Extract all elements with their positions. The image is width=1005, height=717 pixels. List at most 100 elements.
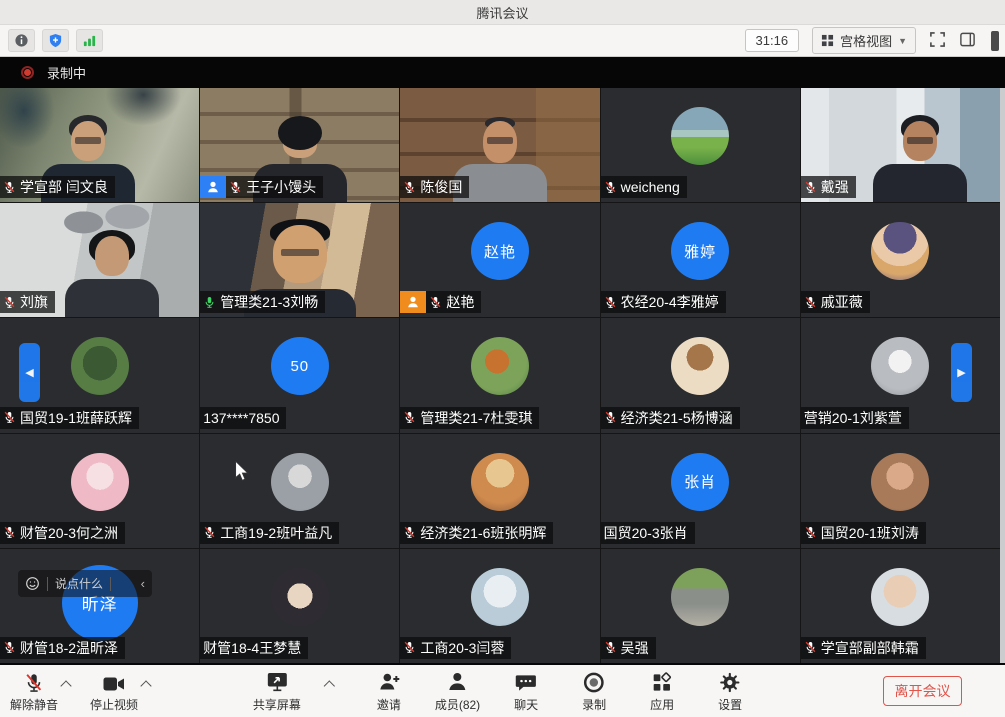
share-screen-button[interactable]: 共享屏幕 <box>253 670 301 713</box>
record-label: 录制 <box>582 696 606 713</box>
participant-tile[interactable]: 戴强 <box>801 88 1000 202</box>
participant-tile[interactable]: 经济类21-6班张明辉 <box>400 434 599 548</box>
footer-center-group: 共享屏幕 邀请 成员(82) 聊天 录制 应用 <box>253 670 752 713</box>
view-mode-button[interactable]: 宫格视图 ▼ <box>812 27 916 54</box>
mic-options-chevron[interactable] <box>60 680 71 691</box>
arrow-right-icon: ▶ <box>957 366 965 379</box>
mic-status-icon <box>804 641 817 654</box>
stop-video-button[interactable]: 停止视频 <box>90 670 138 713</box>
participant-tile[interactable]: weicheng <box>601 88 800 202</box>
person-silhouette <box>855 110 985 202</box>
invite-button[interactable]: 邀请 <box>367 670 411 713</box>
prev-page-button[interactable]: ◀ <box>19 343 40 402</box>
host-badge <box>200 176 226 198</box>
mic-status-icon <box>3 526 16 539</box>
members-button[interactable]: 成员(82) <box>435 670 480 713</box>
reaction-quick-bar[interactable]: 说点什么 ‹ <box>18 570 152 597</box>
participant-tile[interactable]: 吴强 <box>601 549 800 663</box>
participant-tile[interactable]: 戚亚薇 <box>801 203 1000 317</box>
apps-button[interactable]: 应用 <box>640 670 684 713</box>
participant-tile[interactable]: 学宣部 闫文良 <box>0 88 199 202</box>
unmute-button[interactable]: 解除静音 <box>10 670 58 713</box>
share-screen-label: 共享屏幕 <box>253 696 301 713</box>
participant-tile[interactable]: 财管20-3何之洲 <box>0 434 199 548</box>
participant-nameplate: 戴强 <box>801 176 856 198</box>
participant-name: 戴强 <box>821 177 849 197</box>
participant-name: 赵艳 <box>446 292 474 312</box>
window-titlebar: 腾讯会议 <box>0 0 1005 25</box>
mic-status-icon <box>604 411 617 424</box>
video-options-chevron[interactable] <box>140 680 151 691</box>
mic-status-icon <box>429 296 442 309</box>
settings-button[interactable]: 设置 <box>708 670 752 713</box>
statusbar-right: 31:16 宫格视图 ▼ <box>745 25 999 56</box>
participant-tile[interactable]: 张肖 国贸20-3张肖 <box>601 434 800 548</box>
settings-gear-icon <box>719 671 742 694</box>
participant-nameplate: 农经20-4李雅婷 <box>601 291 726 313</box>
participant-name: 刘旗 <box>20 292 48 312</box>
participant-nameplate: 137****7850 <box>200 407 286 429</box>
participant-nameplate: 学宣部副部韩霜 <box>801 637 926 659</box>
participant-nameplate: 营销20-1刘紫萱 <box>801 407 909 429</box>
participant-name: 经济类21-5杨博涵 <box>621 408 733 428</box>
overflow-button[interactable] <box>991 31 999 51</box>
network-status-button[interactable] <box>76 29 103 52</box>
mic-status-icon <box>804 296 817 309</box>
mic-status-icon <box>403 181 416 194</box>
avatar <box>871 568 929 626</box>
scrollbar[interactable] <box>1000 88 1005 663</box>
participant-name: 国贸19-1班薛跃辉 <box>20 408 132 428</box>
participant-name: 财管20-3何之洲 <box>20 523 118 543</box>
participant-name: 财管18-2温昕泽 <box>20 638 118 658</box>
share-options-chevron[interactable] <box>323 680 334 691</box>
meeting-stage: 录制中 学宣部 闫文良 <box>0 57 1005 665</box>
participant-name: 学宣部副部韩霜 <box>821 638 919 658</box>
security-button[interactable] <box>42 29 69 52</box>
participant-nameplate: 王子小馒头 <box>200 176 323 198</box>
meeting-timer: 31:16 <box>745 29 800 52</box>
participant-tile[interactable]: 财管18-4王梦慧 <box>200 549 399 663</box>
mic-status-icon <box>403 411 416 424</box>
avatar <box>271 568 329 626</box>
side-panel-toggle-button[interactable] <box>959 31 976 51</box>
avatar <box>471 568 529 626</box>
participant-tile[interactable]: 雅婷 农经20-4李雅婷 <box>601 203 800 317</box>
avatar: 赵艳 <box>471 222 529 280</box>
participant-tile[interactable]: 刘旗 <box>0 203 199 317</box>
info-icon <box>14 33 29 48</box>
participant-tile[interactable]: 赵艳 赵艳 <box>400 203 599 317</box>
smiley-icon[interactable] <box>25 576 40 591</box>
participant-tile[interactable]: 工商19-2班叶益凡 <box>200 434 399 548</box>
stop-video-label: 停止视频 <box>90 696 138 713</box>
participant-tile[interactable]: 工商20-3闫蓉 <box>400 549 599 663</box>
participant-tile[interactable]: 管理类21-7杜雯琪 <box>400 318 599 432</box>
avatar: 张肖 <box>671 453 729 511</box>
participant-name: 国贸20-3张肖 <box>604 523 688 543</box>
participant-nameplate: 国贸20-1班刘涛 <box>801 522 926 544</box>
participant-tile[interactable]: 管理类21-3刘畅 <box>200 203 399 317</box>
leave-meeting-button[interactable]: 离开会议 <box>883 676 962 706</box>
participant-tile[interactable]: 经济类21-5杨博涵 <box>601 318 800 432</box>
next-page-button[interactable]: ▶ <box>951 343 972 402</box>
avatar <box>471 337 529 395</box>
participant-nameplate: 经济类21-5杨博涵 <box>601 407 740 429</box>
avatar <box>471 453 529 511</box>
participant-nameplate: 国贸20-3张肖 <box>601 522 695 544</box>
collapse-bar-icon[interactable]: ‹ <box>141 576 145 591</box>
participant-tile[interactable]: 陈俊国 <box>400 88 599 202</box>
participant-tile[interactable]: 50 137****7850 <box>200 318 399 432</box>
avatar: 50 <box>271 337 329 395</box>
record-icon <box>583 671 606 694</box>
participant-tile[interactable]: 国贸20-1班刘涛 <box>801 434 1000 548</box>
participant-tile[interactable]: 学宣部副部韩霜 <box>801 549 1000 663</box>
chat-quick-input[interactable]: 说点什么 <box>55 575 103 592</box>
chat-button[interactable]: 聊天 <box>504 670 548 713</box>
participant-tile[interactable]: 王子小馒头 <box>200 88 399 202</box>
meeting-info-button[interactable] <box>8 29 35 52</box>
participant-tile[interactable]: 昕泽 财管18-2温昕泽 <box>0 549 199 663</box>
apps-icon <box>651 671 674 694</box>
settings-label: 设置 <box>718 696 742 713</box>
fullscreen-button[interactable] <box>929 31 946 51</box>
record-button[interactable]: 录制 <box>572 670 616 713</box>
mic-status-icon <box>604 641 617 654</box>
